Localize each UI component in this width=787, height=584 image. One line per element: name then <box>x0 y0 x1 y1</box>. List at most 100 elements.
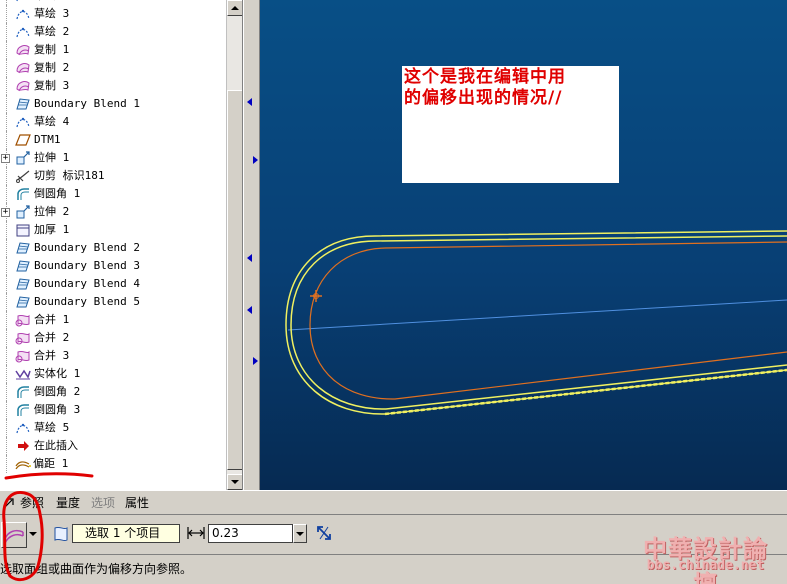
tree-connector <box>6 293 7 311</box>
insert-here-arrow-icon <box>18 441 29 451</box>
merge-icon <box>15 314 30 327</box>
collapse-left-arrow-icon[interactable] <box>247 254 252 262</box>
tree-item[interactable]: 合并 1 <box>0 311 226 329</box>
tree-item[interactable]: 切剪 标识181 <box>0 167 226 185</box>
tree-item[interactable]: 草绘 4 <box>0 113 226 131</box>
tree-item[interactable]: 偏距 1 <box>0 455 226 473</box>
tree-connector <box>6 347 7 365</box>
tree-item[interactable]: 加厚 1 <box>0 221 226 239</box>
tree-connector <box>6 239 7 257</box>
offset-distance-dropdown-button[interactable] <box>293 524 307 543</box>
tab-references[interactable]: 参照 <box>20 494 44 511</box>
tree-item[interactable]: Boundary Blend 1 <box>0 95 226 113</box>
graphics-viewport[interactable]: 这个是我在编辑中用 的偏移出现的情况// <box>260 0 787 490</box>
expand-right-arrow-icon[interactable] <box>253 156 258 164</box>
tree-item[interactable]: 合并 3 <box>0 347 226 365</box>
boundary-blend-icon <box>16 296 30 308</box>
tree-connector <box>6 167 7 185</box>
surface-collector[interactable]: 选取 1 个项目 <box>72 524 180 543</box>
tree-item[interactable]: + 拉伸 1 <box>0 149 226 167</box>
tree-connector <box>6 455 7 473</box>
watermark-title: 中華設計論壇 <box>643 534 768 584</box>
tree-connector <box>6 257 7 275</box>
round-icon <box>17 404 29 416</box>
tree-item-label: 倒圆角 1 <box>34 187 81 200</box>
tree-item[interactable]: Boundary Blend 4 <box>0 275 226 293</box>
tree-connector <box>6 113 7 131</box>
tree-item[interactable]: 复制 1 <box>0 41 226 59</box>
offset-distance-input[interactable]: 0.23 <box>208 524 293 543</box>
scroll-up-button[interactable] <box>227 0 242 16</box>
offset-type-dropdown-arrow-icon[interactable] <box>29 532 37 536</box>
tree-item-label: 合并 3 <box>34 349 70 362</box>
standard-offset-icon <box>4 529 24 544</box>
surface-collector-icon <box>54 526 68 542</box>
tree-connector <box>6 401 7 419</box>
copy-surface-icon <box>16 63 30 74</box>
offset-type-button[interactable] <box>1 522 27 548</box>
merge-icon <box>15 350 30 363</box>
datum-axis-line[interactable] <box>287 299 787 331</box>
offset-direction-marker-icon[interactable] <box>310 290 322 302</box>
reference-surface-curve[interactable] <box>309 241 787 400</box>
tree-item-label: 切剪 标识181 <box>34 169 105 182</box>
tree-item[interactable]: Boundary Blend 5 <box>0 293 226 311</box>
watermark-url: bbs.chinade.net <box>646 558 765 573</box>
tree-item[interactable]: 复制 3 <box>0 77 226 95</box>
scroll-down-button[interactable] <box>227 474 242 490</box>
datum-plane-icon <box>15 134 31 146</box>
merge-icon <box>15 332 30 345</box>
flip-direction-icon[interactable] <box>314 523 334 543</box>
collapse-left-arrow-icon[interactable] <box>247 98 252 106</box>
offset-surface-edge-inner[interactable] <box>290 235 787 410</box>
model-tree[interactable]: 草绘 1草绘 3草绘 2复制 1复制 2复制 3Boundary Blend 1… <box>0 0 243 490</box>
tree-item[interactable]: 草绘 2 <box>0 23 226 41</box>
tree-item-label: 复制 2 <box>34 61 70 74</box>
tree-item-label: 合并 2 <box>34 331 70 344</box>
tree-item[interactable]: Boundary Blend 3 <box>0 257 226 275</box>
tree-item[interactable]: 草绘 5 <box>0 419 226 437</box>
tree-connector <box>6 77 7 95</box>
thicken-icon <box>16 224 30 237</box>
tree-expand-toggle[interactable]: + <box>1 154 10 163</box>
sketch-icon <box>16 117 30 128</box>
tree-item[interactable]: + 拉伸 2 <box>0 203 226 221</box>
tree-item[interactable]: 倒圆角 1 <box>0 185 226 203</box>
tree-item[interactable]: DTM1 <box>0 131 226 149</box>
tree-item-label: 在此插入 <box>34 439 78 452</box>
boundary-blend-icon <box>16 242 30 254</box>
tree-item-label: 复制 3 <box>34 79 70 92</box>
tree-item[interactable]: 在此插入 <box>0 437 226 455</box>
collapse-left-arrow-icon[interactable] <box>247 306 252 314</box>
tab-properties[interactable]: 属性 <box>125 494 149 511</box>
tree-connector <box>6 221 7 239</box>
tree-item-label: 草绘 3 <box>34 7 70 20</box>
tree-item[interactable]: 倒圆角 2 <box>0 383 226 401</box>
round-icon <box>17 386 29 398</box>
model-tree-scrollbar[interactable] <box>226 0 242 490</box>
pane-splitter[interactable] <box>243 0 260 490</box>
tree-item[interactable]: 复制 2 <box>0 59 226 77</box>
tree-item-label: 加厚 1 <box>34 223 70 236</box>
boundary-blend-icon <box>16 260 30 272</box>
expand-right-arrow-icon[interactable] <box>253 357 258 365</box>
tree-connector <box>6 185 7 203</box>
offset-distance-icon <box>187 527 205 539</box>
cut-icon <box>16 170 30 183</box>
site-watermark: 中華設計論壇 bbs.chinade.net <box>633 529 778 584</box>
tree-connector <box>6 383 7 401</box>
tab-measurement[interactable]: 量度 <box>56 494 80 511</box>
tree-item[interactable]: 实体化 1 <box>0 365 226 383</box>
offset-surface-edge-outer[interactable] <box>285 230 787 415</box>
tree-connector <box>6 311 7 329</box>
tree-item-label: 草绘 4 <box>34 115 70 128</box>
tree-item[interactable]: 倒圆角 3 <box>0 401 226 419</box>
references-arrow-icon <box>3 498 14 509</box>
tree-item[interactable]: Boundary Blend 2 <box>0 239 226 257</box>
note-line-2: 的偏移出现的情况// <box>404 88 563 108</box>
tree-item[interactable]: 合并 2 <box>0 329 226 347</box>
tree-connector <box>6 329 7 347</box>
tree-item[interactable]: 草绘 3 <box>0 5 226 23</box>
scroll-thumb[interactable] <box>227 90 242 470</box>
tree-expand-toggle[interactable]: + <box>1 208 10 217</box>
